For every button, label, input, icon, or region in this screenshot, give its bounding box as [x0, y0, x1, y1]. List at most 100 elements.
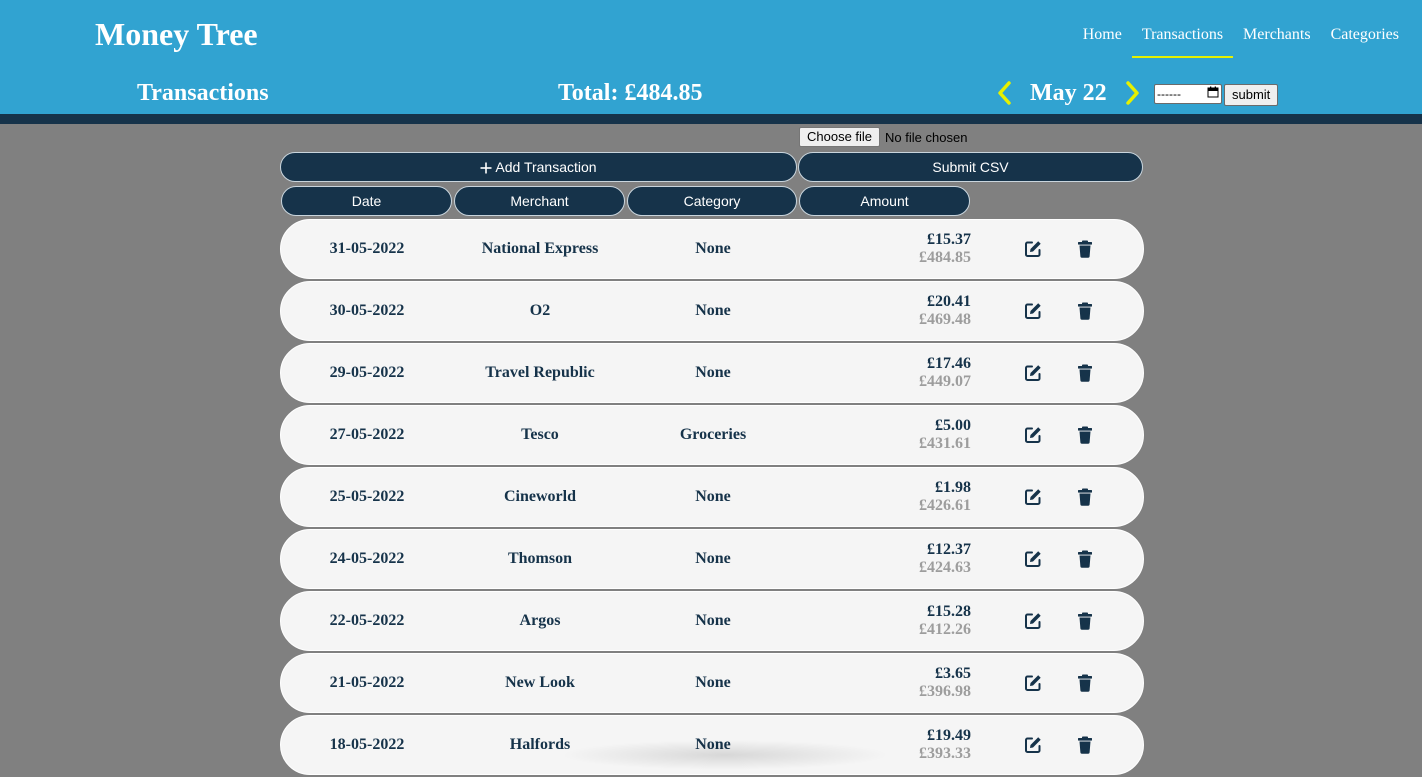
- transaction-category: None: [695, 736, 731, 753]
- transaction-amount-cell: £5.00 £431.61: [801, 406, 971, 464]
- transaction-merchant: Thomson: [507, 550, 573, 567]
- transaction-row: 25-05-2022 Cineworld None £1.98 £426.61: [280, 467, 1144, 527]
- header-divider: [0, 114, 1422, 124]
- column-header-date[interactable]: Date: [281, 186, 452, 216]
- column-header-amount[interactable]: Amount: [799, 186, 970, 216]
- edit-icon[interactable]: [1023, 363, 1043, 383]
- column-header-category[interactable]: Category: [627, 186, 797, 216]
- app-brand[interactable]: Money Tree: [95, 16, 258, 53]
- transaction-row: 18-05-2022 Halfords None £19.49 £393.33: [280, 715, 1144, 775]
- nav-transactions[interactable]: Transactions: [1131, 24, 1234, 58]
- calendar-icon[interactable]: [1207, 85, 1219, 103]
- nav-home[interactable]: Home: [1073, 24, 1132, 58]
- transaction-date: 27-05-2022: [329, 426, 405, 443]
- transaction-merchant: O2: [529, 302, 551, 319]
- transaction-row: 27-05-2022 Tesco Groceries £5.00 £431.61: [280, 405, 1144, 465]
- month-date-input[interactable]: ------: [1154, 84, 1222, 104]
- transaction-date: 24-05-2022: [329, 550, 405, 567]
- file-status: No file chosen: [885, 129, 968, 145]
- trash-icon[interactable]: [1075, 239, 1095, 259]
- running-total: £431.61: [919, 435, 971, 452]
- edit-icon[interactable]: [1023, 611, 1043, 631]
- choose-file-button[interactable]: Choose file: [799, 127, 881, 147]
- transaction-amount: £20.41: [927, 293, 971, 310]
- trash-icon[interactable]: [1075, 549, 1095, 569]
- column-header-merchant[interactable]: Merchant: [454, 186, 625, 216]
- main-nav: Home Transactions Merchants Categories: [1073, 24, 1409, 58]
- transaction-merchant: National Express: [481, 240, 599, 257]
- transaction-category: None: [695, 488, 731, 505]
- transaction-row: 31-05-2022 National Express None £15.37 …: [280, 219, 1144, 279]
- edit-icon[interactable]: [1023, 301, 1043, 321]
- total-amount: Total: £484.85: [558, 80, 703, 106]
- transaction-amount-cell: £3.65 £396.98: [801, 654, 971, 712]
- transaction-merchant: Cineworld: [504, 488, 576, 505]
- add-transaction-button[interactable]: Add Transaction: [280, 152, 797, 182]
- transaction-amount-cell: £12.37 £424.63: [801, 530, 971, 588]
- running-total: £393.33: [919, 745, 971, 762]
- running-total: £484.85: [919, 249, 971, 266]
- trash-icon[interactable]: [1075, 425, 1095, 445]
- trash-icon[interactable]: [1075, 673, 1095, 693]
- trash-icon[interactable]: [1075, 363, 1095, 383]
- transaction-row: 22-05-2022 Argos None £15.28 £412.26: [280, 591, 1144, 651]
- transaction-category: Groceries: [679, 426, 747, 443]
- add-transaction-label: Add Transaction: [495, 159, 597, 175]
- transaction-amount-cell: £15.37 £484.85: [801, 220, 971, 278]
- transaction-category: None: [695, 550, 731, 567]
- nav-merchants[interactable]: Merchants: [1233, 24, 1321, 58]
- edit-icon[interactable]: [1023, 487, 1043, 507]
- transaction-amount-cell: £15.28 £412.26: [801, 592, 971, 650]
- month-navigator: May 22: [994, 78, 1143, 108]
- transaction-date: 22-05-2022: [329, 612, 405, 629]
- transaction-category: None: [695, 240, 731, 257]
- transaction-date: 18-05-2022: [329, 736, 405, 753]
- submit-csv-button[interactable]: Submit CSV: [798, 152, 1143, 182]
- transaction-merchant: New Look: [505, 674, 575, 691]
- transaction-amount: £17.46: [927, 355, 971, 372]
- transaction-date: 31-05-2022: [329, 240, 405, 257]
- transaction-row: 24-05-2022 Thomson None £12.37 £424.63: [280, 529, 1144, 589]
- transaction-merchant: Argos: [519, 612, 561, 629]
- chevron-right-icon[interactable]: [1121, 78, 1143, 108]
- edit-icon[interactable]: [1023, 673, 1043, 693]
- transaction-category: None: [695, 612, 731, 629]
- csv-file-picker: Choose file No file chosen: [799, 127, 967, 147]
- edit-icon[interactable]: [1023, 239, 1043, 259]
- transaction-amount-cell: £19.49 £393.33: [801, 716, 971, 774]
- transaction-category: None: [695, 674, 731, 691]
- trash-icon[interactable]: [1075, 735, 1095, 755]
- running-total: £469.48: [919, 311, 971, 328]
- transaction-row: 21-05-2022 New Look None £3.65 £396.98: [280, 653, 1144, 713]
- running-total: £449.07: [919, 373, 971, 390]
- running-total: £424.63: [919, 559, 971, 576]
- date-input-value: ------: [1157, 87, 1181, 101]
- chevron-left-icon[interactable]: [994, 78, 1016, 108]
- transaction-amount: £3.65: [935, 665, 971, 682]
- transaction-row: 30-05-2022 O2 None £20.41 £469.48: [280, 281, 1144, 341]
- page-title: Transactions: [137, 80, 269, 106]
- transaction-merchant: Halfords: [509, 736, 571, 753]
- transaction-amount: £5.00: [935, 417, 971, 434]
- transaction-amount: £1.98: [935, 479, 971, 496]
- transaction-merchant: Tesco: [521, 426, 559, 443]
- trash-icon[interactable]: [1075, 487, 1095, 507]
- submit-month-button[interactable]: submit: [1224, 84, 1279, 106]
- edit-icon[interactable]: [1023, 425, 1043, 445]
- transaction-amount: £15.28: [927, 603, 971, 620]
- transaction-amount-cell: £17.46 £449.07: [801, 344, 971, 402]
- transaction-amount: £15.37: [927, 231, 971, 248]
- transaction-amount: £19.49: [927, 727, 971, 744]
- edit-icon[interactable]: [1023, 735, 1043, 755]
- trash-icon[interactable]: [1075, 611, 1095, 631]
- running-total: £412.26: [919, 621, 971, 638]
- trash-icon[interactable]: [1075, 301, 1095, 321]
- running-total: £396.98: [919, 683, 971, 700]
- transactions-list: 31-05-2022 National Express None £15.37 …: [280, 219, 1144, 777]
- current-month: May 22: [1030, 79, 1107, 106]
- plus-icon: [480, 161, 492, 174]
- edit-icon[interactable]: [1023, 549, 1043, 569]
- nav-categories[interactable]: Categories: [1321, 24, 1409, 58]
- transaction-amount-cell: £1.98 £426.61: [801, 468, 971, 526]
- transaction-category: None: [695, 302, 731, 319]
